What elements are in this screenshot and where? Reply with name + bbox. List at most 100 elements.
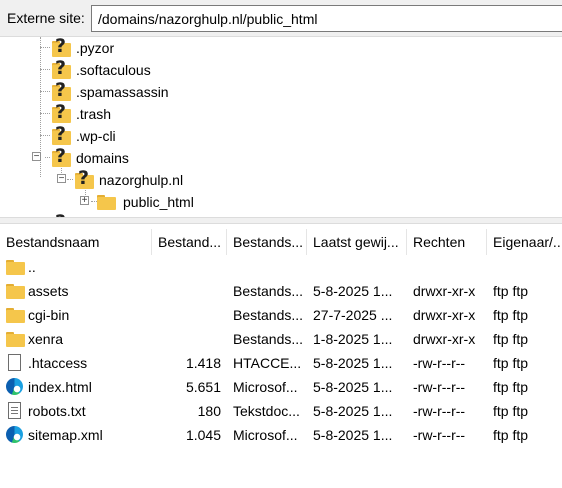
file-size: 1.418 bbox=[185, 355, 221, 371]
tree-item-softaculous[interactable]: ? .softaculous bbox=[50, 57, 153, 81]
file-modified: 5-8-2025 1... bbox=[313, 283, 393, 299]
file-type: Bestands... bbox=[233, 283, 304, 299]
remote-file-list[interactable]: Bestandsnaam Bestand... Bestands... Laat… bbox=[0, 224, 562, 488]
unknown-folder-icon: ? bbox=[50, 37, 72, 58]
text-file-icon bbox=[8, 402, 21, 419]
column-header-filename[interactable]: Bestandsnaam bbox=[0, 229, 152, 255]
file-row-parent[interactable]: .. bbox=[0, 255, 562, 279]
file-owner: ftp ftp bbox=[493, 307, 529, 323]
edge-icon bbox=[6, 378, 23, 395]
file-size bbox=[152, 327, 221, 351]
unknown-folder-icon: ? bbox=[73, 167, 95, 190]
unknown-folder-icon: ? bbox=[50, 123, 72, 146]
unknown-folder-icon: ? bbox=[50, 79, 72, 102]
tree-item-nazorghulp[interactable]: ? nazorghulp.nl bbox=[73, 167, 185, 191]
file-name: xenra bbox=[28, 331, 64, 347]
file-owner: ftp ftp bbox=[493, 403, 529, 419]
folder-icon bbox=[6, 283, 25, 299]
tree-item-spamassassin[interactable]: ? .spamassassin bbox=[50, 79, 171, 103]
file-type: Bestands... bbox=[233, 307, 304, 323]
file-row[interactable]: index.html 5.651 Microsof... 5-8-2025 1.… bbox=[0, 375, 562, 399]
collapse-domains-toggle[interactable]: − bbox=[32, 152, 41, 162]
unknown-folder-icon: ? bbox=[50, 145, 72, 168]
remote-site-label: Externe site: bbox=[7, 10, 85, 26]
folder-icon bbox=[6, 259, 25, 275]
file-modified: 1-8-2025 1... bbox=[313, 331, 393, 347]
tree-item-domains[interactable]: ? domains bbox=[50, 145, 131, 169]
file-row[interactable]: sitemap.xml 1.045 Microsof... 5-8-2025 1… bbox=[0, 423, 562, 447]
file-size: 5.651 bbox=[185, 379, 221, 395]
file-type: HTACCE... bbox=[233, 355, 302, 371]
column-header-filetype[interactable]: Bestands... bbox=[227, 229, 307, 255]
edge-icon bbox=[6, 426, 23, 443]
tree-item-label: nazorghulp.nl bbox=[99, 172, 184, 188]
remote-directory-tree[interactable]: ? .pyzor ? .softaculous ? .spamassassin … bbox=[0, 37, 562, 217]
tree-guide-line bbox=[40, 113, 50, 114]
folder-icon bbox=[6, 331, 25, 347]
file-permissions: -rw-r--r-- bbox=[413, 403, 466, 419]
file-row[interactable]: .htaccess 1.418 HTACCE... 5-8-2025 1... … bbox=[0, 351, 562, 375]
column-header-owner[interactable]: Eigenaar/... bbox=[487, 229, 562, 255]
file-permissions: -rw-r--r-- bbox=[413, 427, 466, 443]
collapse-nazorghulp-toggle[interactable]: − bbox=[57, 174, 66, 184]
tree-item-label: .pyzor bbox=[76, 40, 115, 56]
file-size: 180 bbox=[197, 403, 221, 419]
tree-item-public-html[interactable]: public_html bbox=[97, 191, 196, 213]
file-name: .. bbox=[28, 259, 36, 275]
file-modified: 5-8-2025 1... bbox=[313, 379, 393, 395]
file-type: Microsof... bbox=[233, 427, 298, 443]
file-owner: ftp ftp bbox=[493, 379, 529, 395]
file-modified: 5-8-2025 1... bbox=[313, 403, 393, 419]
tree-item-trash[interactable]: ? .trash bbox=[50, 101, 113, 125]
tree-item-label: public_html bbox=[121, 193, 196, 211]
tree-guide-line bbox=[40, 47, 50, 48]
unknown-folder-icon: ? bbox=[50, 101, 72, 124]
file-type: Bestands... bbox=[233, 331, 304, 347]
file-permissions: drwxr-xr-x bbox=[413, 307, 476, 323]
pane-splitter[interactable] bbox=[0, 217, 562, 224]
tree-item-label: .spamassassin bbox=[76, 84, 169, 100]
column-header-permissions[interactable]: Rechten bbox=[407, 229, 487, 255]
file-name: robots.txt bbox=[28, 403, 86, 419]
file-permissions: drwxr-xr-x bbox=[413, 331, 476, 347]
file-modified: 27-7-2025 ... bbox=[313, 307, 393, 323]
remote-path-input[interactable] bbox=[91, 5, 562, 32]
file-permissions: -rw-r--r-- bbox=[413, 379, 466, 395]
file-icon bbox=[8, 354, 21, 371]
folder-icon bbox=[6, 307, 25, 323]
file-list-header: Bestandsnaam Bestand... Bestands... Laat… bbox=[0, 229, 562, 255]
expand-public-html-toggle[interactable]: + bbox=[80, 196, 89, 206]
column-header-modified[interactable]: Laatst gewij... bbox=[307, 229, 407, 255]
file-row[interactable]: assets Bestands... 5-8-2025 1... drwxr-x… bbox=[0, 279, 562, 303]
tree-item-label: domains bbox=[76, 150, 129, 166]
file-permissions: drwxr-xr-x bbox=[413, 283, 476, 299]
file-type: Tekstdoc... bbox=[233, 403, 300, 419]
file-owner: ftp ftp bbox=[493, 427, 529, 443]
tree-item-pyzor[interactable]: ? .pyzor bbox=[50, 37, 116, 59]
file-row[interactable]: xenra Bestands... 1-8-2025 1... drwxr-xr… bbox=[0, 327, 562, 351]
file-name: index.html bbox=[28, 379, 92, 395]
file-owner: ftp ftp bbox=[493, 283, 529, 299]
file-size: 1.045 bbox=[185, 427, 221, 443]
file-row[interactable]: robots.txt 180 Tekstdoc... 5-8-2025 1...… bbox=[0, 399, 562, 423]
file-name: cgi-bin bbox=[28, 307, 70, 323]
tree-guide-line bbox=[40, 69, 50, 70]
tree-item-label: .wp-cli bbox=[76, 128, 116, 144]
file-size bbox=[152, 303, 221, 327]
file-name: .htaccess bbox=[28, 355, 88, 371]
file-name: assets bbox=[28, 283, 69, 299]
file-size bbox=[152, 279, 221, 303]
tree-item-label: .softaculous bbox=[76, 62, 151, 78]
file-owner: ftp ftp bbox=[493, 355, 529, 371]
file-modified: 5-8-2025 1... bbox=[313, 355, 393, 371]
file-modified: 5-8-2025 1... bbox=[313, 427, 393, 443]
file-owner: ftp ftp bbox=[493, 331, 529, 347]
folder-icon bbox=[97, 194, 117, 210]
file-name: sitemap.xml bbox=[28, 427, 103, 443]
file-row[interactable]: cgi-bin Bestands... 27-7-2025 ... drwxr-… bbox=[0, 303, 562, 327]
unknown-folder-icon: ? bbox=[50, 57, 72, 80]
tree-item-label: .trash bbox=[76, 106, 112, 122]
column-header-filesize[interactable]: Bestand... bbox=[152, 229, 227, 255]
tree-item-wp-cli[interactable]: ? .wp-cli bbox=[50, 123, 118, 147]
remote-path-bar: Externe site: bbox=[0, 0, 562, 37]
